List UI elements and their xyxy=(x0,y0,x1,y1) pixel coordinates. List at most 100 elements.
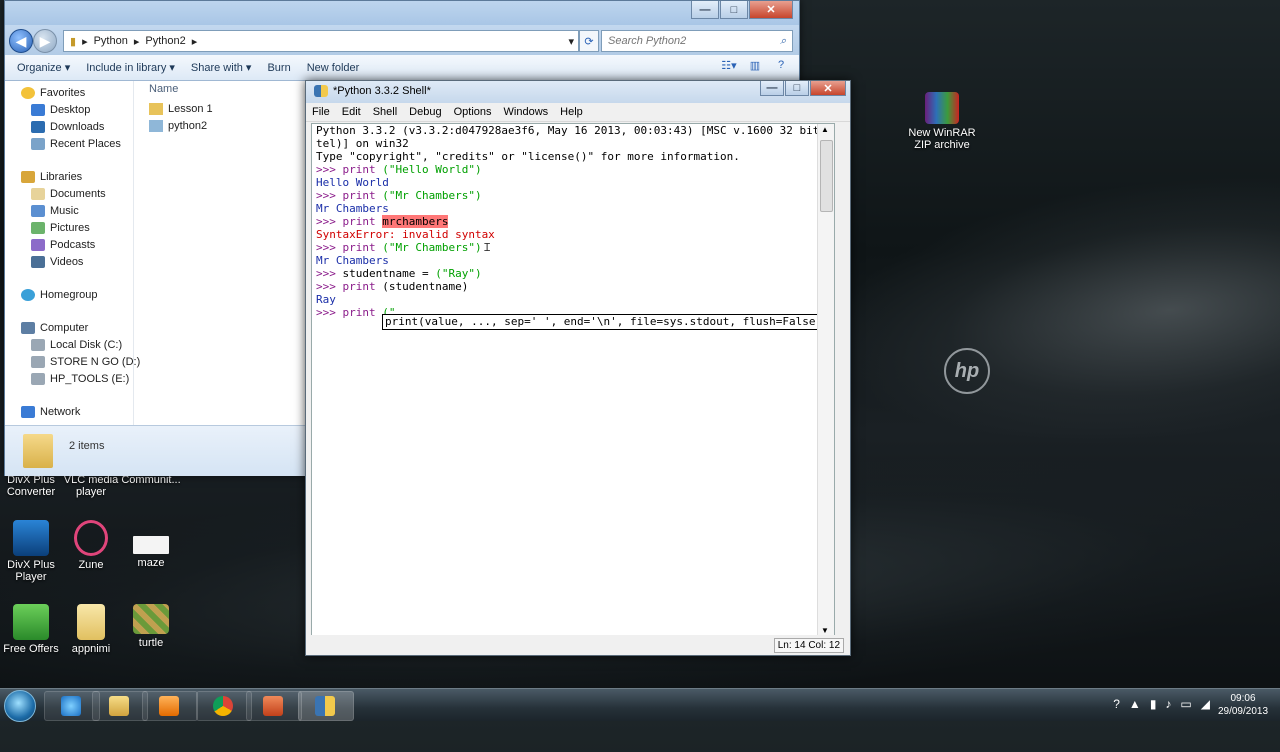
nav-favorites[interactable]: Favorites xyxy=(21,85,85,101)
close-button[interactable]: ✕ xyxy=(749,1,793,19)
menu-options[interactable]: Options xyxy=(448,106,498,118)
desktop-icon-maze[interactable]: maze xyxy=(114,536,188,569)
nav-label: STORE N GO (D:) xyxy=(50,356,141,368)
breadcrumb-python2[interactable]: Python2 xyxy=(145,35,185,47)
organize-button[interactable]: Organize ▾ xyxy=(17,61,70,74)
breadcrumb-separator: ▸ xyxy=(133,35,140,48)
column-header-name[interactable]: Name xyxy=(149,83,178,95)
wifi-icon[interactable]: ◢ xyxy=(1201,697,1210,711)
scroll-thumb[interactable] xyxy=(820,140,833,212)
minimize-button[interactable]: — xyxy=(760,81,784,96)
menu-windows[interactable]: Windows xyxy=(498,106,555,118)
nav-computer[interactable]: Computer xyxy=(21,320,88,336)
explorer-titlebar[interactable]: — □ ✕ xyxy=(5,1,799,25)
menu-edit[interactable]: Edit xyxy=(336,106,367,118)
menu-shell[interactable]: Shell xyxy=(367,106,403,118)
input-line: >>> print mrchambers xyxy=(316,215,449,228)
nav-homegroup[interactable]: Homegroup xyxy=(21,287,97,303)
burn-button[interactable]: Burn xyxy=(267,62,290,74)
keyword: print xyxy=(342,215,376,228)
banner-line: Type "copyright", "credits" or "license(… xyxy=(316,150,740,163)
taskbar-python[interactable] xyxy=(298,691,354,721)
status-bar: Ln: 14 Col: 12 xyxy=(306,635,850,655)
nav-recent-places[interactable]: Recent Places xyxy=(31,136,121,152)
power-icon[interactable]: ▭ xyxy=(1180,697,1191,711)
address-bar[interactable]: ▮ ▸ Python ▸ Python2 ▸ ▾ xyxy=(63,30,579,52)
maze-icon xyxy=(133,536,169,554)
window-title: *Python 3.3.2 Shell* xyxy=(333,85,431,97)
menu-debug[interactable]: Debug xyxy=(403,106,447,118)
maximize-button[interactable]: □ xyxy=(720,1,748,19)
cursor-position: Ln: 14 Col: 12 xyxy=(773,638,844,653)
network-icon[interactable]: ▮ xyxy=(1150,697,1157,711)
minimize-button[interactable]: — xyxy=(691,1,719,19)
close-button[interactable]: ✕ xyxy=(810,81,846,96)
search-input[interactable] xyxy=(602,34,780,48)
prompt: >>> xyxy=(316,163,343,176)
shell-text-area[interactable]: Python 3.3.2 (v3.3.2:d047928ae3f6, May 1… xyxy=(311,123,835,637)
drive-icon xyxy=(31,339,45,351)
nav-documents[interactable]: Documents xyxy=(31,186,106,202)
search-icon[interactable]: ⌕ xyxy=(780,35,786,48)
preview-pane-icon[interactable]: ▥ xyxy=(747,59,763,75)
nav-network[interactable]: Network xyxy=(21,404,80,420)
view-options-icon[interactable]: ☷▾ xyxy=(721,59,737,75)
text-cursor-icon: Ｉ xyxy=(481,241,493,254)
clock[interactable]: 09:06 29/09/2013 xyxy=(1214,692,1272,718)
share-with-button[interactable]: Share with ▾ xyxy=(191,61,252,74)
start-button[interactable] xyxy=(4,690,36,722)
menu-help[interactable]: Help xyxy=(554,106,589,118)
help-icon[interactable]: ? xyxy=(773,59,789,75)
maximize-button[interactable]: □ xyxy=(785,81,809,96)
nav-libraries[interactable]: Libraries xyxy=(21,169,82,185)
help-icon[interactable]: ? xyxy=(1113,697,1120,711)
file-item[interactable]: python2 xyxy=(149,120,207,132)
taskbar-chrome[interactable] xyxy=(196,691,252,721)
nav-podcasts[interactable]: Podcasts xyxy=(31,237,95,253)
icon-label: Player xyxy=(15,571,47,583)
nav-pictures[interactable]: Pictures xyxy=(31,220,90,236)
nav-store-n-go[interactable]: STORE N GO (D:) xyxy=(31,354,140,370)
nav-local-disk[interactable]: Local Disk (C:) xyxy=(31,337,122,353)
code: ("Mr Chambers") xyxy=(375,189,482,202)
gift-icon xyxy=(13,604,49,640)
python-icon xyxy=(315,696,335,716)
new-folder-button[interactable]: New folder xyxy=(307,62,360,74)
nav-label: Desktop xyxy=(50,104,91,116)
address-dropdown-icon[interactable]: ▾ xyxy=(568,35,574,48)
keyword: print xyxy=(342,241,376,254)
breadcrumb-python[interactable]: Python xyxy=(94,35,128,47)
input-line: >>> print ("Hello World") xyxy=(316,163,482,176)
pictures-icon xyxy=(31,222,45,234)
idle-titlebar[interactable]: *Python 3.3.2 Shell* — □ ✕ xyxy=(306,81,850,103)
desktop-icon-winrar[interactable]: New WinRAR ZIP archive xyxy=(904,92,980,151)
nav-downloads[interactable]: Downloads xyxy=(31,119,104,135)
taskbar-media-player[interactable] xyxy=(142,691,198,721)
downloads-icon xyxy=(31,121,45,133)
scroll-up-icon[interactable]: ▲ xyxy=(821,125,829,134)
nav-music[interactable]: Music xyxy=(31,203,79,219)
vertical-scrollbar[interactable]: ▲ ▼ xyxy=(817,124,834,636)
refresh-button[interactable]: ⟳ xyxy=(579,30,599,52)
input-line: >>> print (studentname) xyxy=(316,280,468,293)
input-line: >>> print ("Mr Chambers") xyxy=(316,189,482,202)
libraries-icon xyxy=(21,171,35,183)
nav-videos[interactable]: Videos xyxy=(31,254,83,270)
input-line: >>> print ("Mr Chambers")Ｉ xyxy=(316,241,493,254)
output-line: Mr Chambers xyxy=(316,202,389,215)
include-in-library-button[interactable]: Include in library ▾ xyxy=(86,61,175,74)
forward-button[interactable]: ▶ xyxy=(33,29,57,53)
taskbar-powerpoint[interactable] xyxy=(246,691,302,721)
nav-hp-tools[interactable]: HP_TOOLS (E:) xyxy=(31,371,129,387)
desktop-icon-turtle[interactable]: turtle xyxy=(114,604,188,649)
volume-icon[interactable]: ♪ xyxy=(1165,697,1171,711)
scroll-down-icon[interactable]: ▼ xyxy=(821,626,829,635)
menu-file[interactable]: File xyxy=(306,106,336,118)
taskbar-explorer[interactable] xyxy=(92,691,148,721)
nav-desktop[interactable]: Desktop xyxy=(31,102,90,118)
nav-label: Downloads xyxy=(50,121,105,133)
file-item[interactable]: Lesson 1 xyxy=(149,103,213,115)
back-button[interactable]: ◀ xyxy=(9,29,33,53)
keyword: print xyxy=(342,189,376,202)
expand-tray-icon[interactable]: ▲ xyxy=(1129,697,1141,711)
